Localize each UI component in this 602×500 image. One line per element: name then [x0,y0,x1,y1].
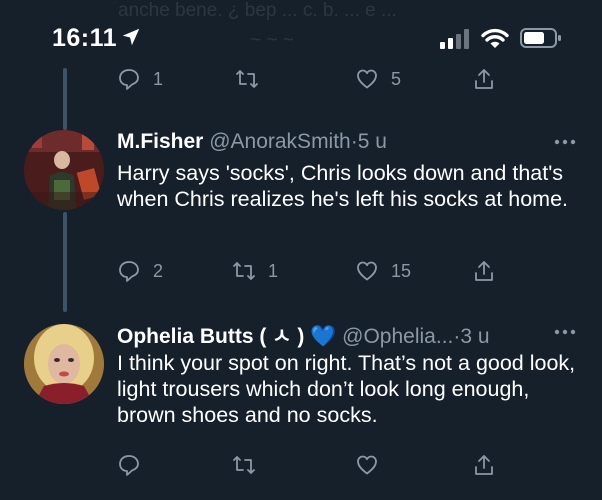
share-icon [475,69,493,89]
reply-button[interactable]: 1 [117,66,163,92]
scrolled-text-fragment: anche bene. ¿ bep ... c. b. ... e ... [118,0,397,21]
heart-icon [357,69,377,89]
timestamp[interactable]: 5 u [358,130,387,153]
share-button[interactable] [472,452,496,478]
share-button[interactable] [472,258,496,284]
retweet-button[interactable]: 1 [232,258,278,284]
more-options-icon[interactable] [553,328,577,336]
separator-dot: · [350,130,358,153]
wifi-icon [481,28,509,48]
share-icon [475,455,493,475]
like-count: 15 [391,260,412,281]
thread-connector-line [63,68,67,130]
tweet-header: Ophelia Butts ( ㅅ ) 💙 @Ophelia...·3 u [117,320,490,350]
like-count: 5 [391,68,402,89]
location-arrow-icon [122,28,140,46]
reply-button[interactable] [117,452,141,478]
tweet-actions: 2 1 15 [117,258,517,284]
status-time: 16:11 [52,24,118,52]
retweet-count: 1 [268,260,279,281]
retweet-icon [233,456,255,474]
thread-connector-line [63,212,67,312]
scrolled-text-fragment-2: ~ ~ ~ [250,30,294,51]
heart-icon [357,261,377,281]
retweet-icon [233,262,255,280]
retweet-button[interactable] [232,452,256,478]
reply-icon [119,455,139,476]
share-icon [475,261,493,281]
tweet-actions-previous: 1 5 [117,66,517,92]
avatar-image [24,324,104,404]
cellular-signal-icon [440,29,469,49]
reply-count: 2 [153,260,164,281]
share-button[interactable] [472,66,496,92]
display-name[interactable]: M.Fisher [117,130,203,153]
reply-count: 1 [153,68,164,89]
tweet-actions [117,452,517,478]
avatar[interactable] [24,324,104,404]
avatar[interactable] [24,130,104,210]
like-button[interactable] [355,452,379,478]
retweet-icon [236,70,258,88]
like-button[interactable]: 5 [355,66,401,92]
timestamp[interactable]: 3 u [460,325,489,348]
handle[interactable]: @AnorakSmith [209,130,351,153]
reply-icon [119,69,139,90]
status-bar: anche bene. ¿ bep ... c. b. ... e ... ~ … [0,0,602,60]
reply-button[interactable]: 2 [117,258,163,284]
like-button[interactable]: 15 [355,258,411,284]
avatar-image [24,130,104,210]
battery-icon [520,28,561,48]
reply-icon [119,261,139,282]
tweet-header: M.Fisher @AnorakSmith·5 u [117,130,387,154]
tweet-text: Harry says 'socks', Chris looks down and… [117,161,569,211]
more-options-icon[interactable] [553,138,577,146]
display-name[interactable]: Ophelia Butts ( ㅅ ) 💙 [117,325,336,348]
retweet-button[interactable] [235,66,271,92]
handle[interactable]: @Ophelia... [342,325,453,348]
tweet-text: I think your spot on right. That’s not a… [117,351,576,427]
heart-icon [357,455,377,475]
